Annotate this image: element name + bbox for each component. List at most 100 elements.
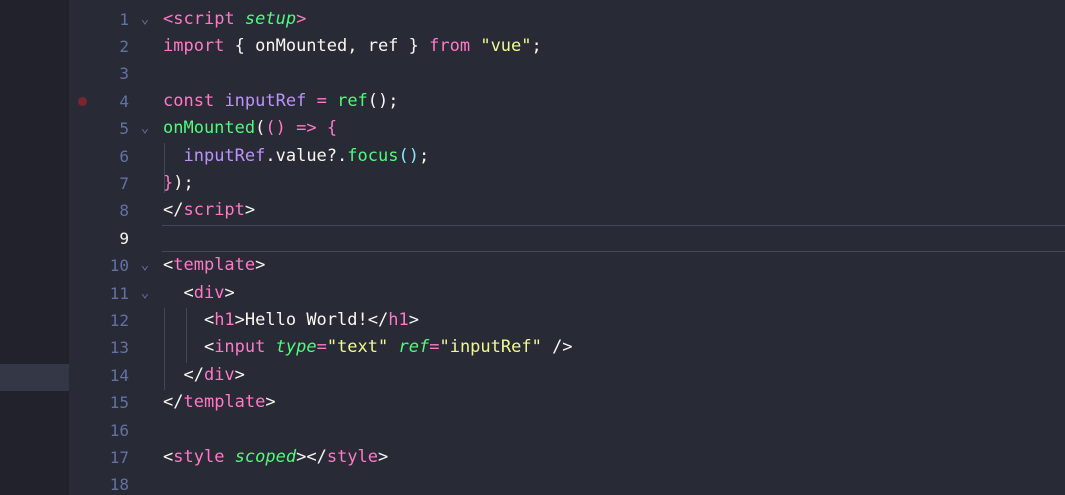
code-token: scoped <box>234 446 297 467</box>
line-number: 7 <box>119 173 129 193</box>
code-line[interactable]: 11 ⌄ <div> <box>69 280 1065 307</box>
code-line[interactable]: 9 <box>69 225 1065 252</box>
code-text: </script> <box>163 197 255 224</box>
chevron-down-icon[interactable]: ⌄ <box>137 6 153 33</box>
code-text: </template> <box>163 389 276 416</box>
code-line[interactable]: 7}); <box>69 170 1065 197</box>
code-token: /> <box>541 337 573 358</box>
code-token: < <box>163 446 174 467</box>
code-token: ; <box>418 145 430 166</box>
code-token: inputRef <box>183 145 266 166</box>
code-token: > <box>265 392 276 413</box>
code-line[interactable]: 16 <box>69 417 1065 444</box>
activity-bar-selected-item[interactable] <box>0 364 69 391</box>
code-token: { onMounted, ref } <box>224 35 430 56</box>
code-token: focus <box>347 145 399 166</box>
code-line[interactable]: 14 </div> <box>69 362 1065 389</box>
line-number: 2 <box>119 36 129 56</box>
line-number: 18 <box>109 475 129 495</box>
code-token: .value?. <box>265 145 348 166</box>
editor-pane[interactable]: 1 ⌄ <script setup> 2 import { onMounted, ref… <box>69 0 1065 495</box>
code-text: <script setup> <box>163 6 306 33</box>
code-token: { <box>326 118 338 139</box>
breakpoint-dot-icon[interactable] <box>78 96 87 106</box>
code-line[interactable]: 15 </template> <box>69 389 1065 416</box>
chevron-down-icon[interactable]: ⌄ <box>137 115 153 142</box>
code-token: setup <box>244 8 297 29</box>
code-token: "vue" <box>480 35 532 56</box>
code-text: onMounted(() => { <box>163 115 337 142</box>
code-text: <div> <box>163 280 234 307</box>
code-token: < <box>163 255 174 276</box>
code-line[interactable]: 3 <box>69 60 1065 87</box>
code-line[interactable]: 17 <style scoped></style> <box>69 444 1065 471</box>
code-line[interactable]: 4 const inputRef = ref(); <box>69 88 1065 115</box>
code-line[interactable]: 13 <input type="text" ref="inputRef" /> <box>69 334 1065 361</box>
code-token: () <box>265 118 297 139</box>
code-text: <style scoped></style> <box>163 444 388 471</box>
code-token: >Hello World!</ <box>234 309 389 330</box>
code-token: from <box>429 35 471 56</box>
code-token: script <box>183 200 245 221</box>
code-token: template <box>173 255 256 276</box>
code-token: inputRef <box>224 90 307 111</box>
code-token: style <box>173 446 225 467</box>
code-text: const inputRef = ref(); <box>163 88 399 115</box>
code-token: ; <box>531 35 542 56</box>
code-line[interactable]: 5 ⌄ onMounted(() => { <box>69 115 1065 142</box>
code-token: (); <box>367 90 399 111</box>
code-token: > <box>296 8 307 29</box>
line-number: 8 <box>119 201 129 221</box>
code-token: ref <box>337 90 368 111</box>
code-line[interactable]: 6 inputRef.value?.focus(); <box>69 143 1065 170</box>
code-text: import { onMounted, ref } from "vue"; <box>163 33 542 60</box>
code-token: = <box>429 337 440 358</box>
code-line[interactable]: 18 <box>69 471 1065 495</box>
code-text: <h1>Hello World!</h1> <box>163 307 419 334</box>
code-line[interactable]: 10 ⌄ <template> <box>69 252 1065 279</box>
code-token: div <box>203 364 235 385</box>
code-line[interactable]: 1 ⌄ <script setup> <box>69 6 1065 33</box>
line-number: 15 <box>109 393 129 413</box>
code-token: ( <box>255 118 266 139</box>
code-text: <input type="text" ref="inputRef" /> <box>163 334 573 361</box>
code-token: input <box>214 337 266 358</box>
line-number: 5 <box>119 119 129 139</box>
code-token: = <box>316 337 327 358</box>
code-token: ref <box>398 337 430 358</box>
code-token: "inputRef" <box>439 337 542 358</box>
code-text: </div> <box>163 362 245 389</box>
code-token: > <box>408 309 419 330</box>
chevron-down-icon[interactable]: ⌄ <box>137 252 153 279</box>
code-line[interactable]: 8 </script> <box>69 197 1065 224</box>
code-token: onMounted <box>163 118 256 139</box>
line-number: 9 <box>119 228 129 248</box>
code-line[interactable]: 2 import { onMounted, ref } from "vue"; <box>69 33 1065 60</box>
code-token: < <box>163 8 174 29</box>
code-token: > <box>234 364 245 385</box>
code-token: script <box>173 8 235 29</box>
code-text: }); <box>163 170 194 197</box>
code-token: () <box>398 145 419 166</box>
code-token: </ <box>163 200 184 221</box>
line-number: 4 <box>119 91 129 111</box>
code-line[interactable]: 12 <h1>Hello World!</h1> <box>69 307 1065 334</box>
code-token: style <box>326 446 379 467</box>
line-number: 3 <box>119 64 129 84</box>
code-token: = <box>316 90 327 111</box>
code-token: } <box>163 172 174 193</box>
chevron-down-icon[interactable]: ⌄ <box>137 280 153 307</box>
code-editor-window: 1 ⌄ <script setup> 2 import { onMounted, ref… <box>0 0 1065 495</box>
line-number: 6 <box>119 146 129 166</box>
line-number: 13 <box>109 338 129 358</box>
code-token: </ <box>163 364 204 385</box>
line-number: 14 <box>109 365 129 385</box>
line-number: 1 <box>119 9 129 29</box>
